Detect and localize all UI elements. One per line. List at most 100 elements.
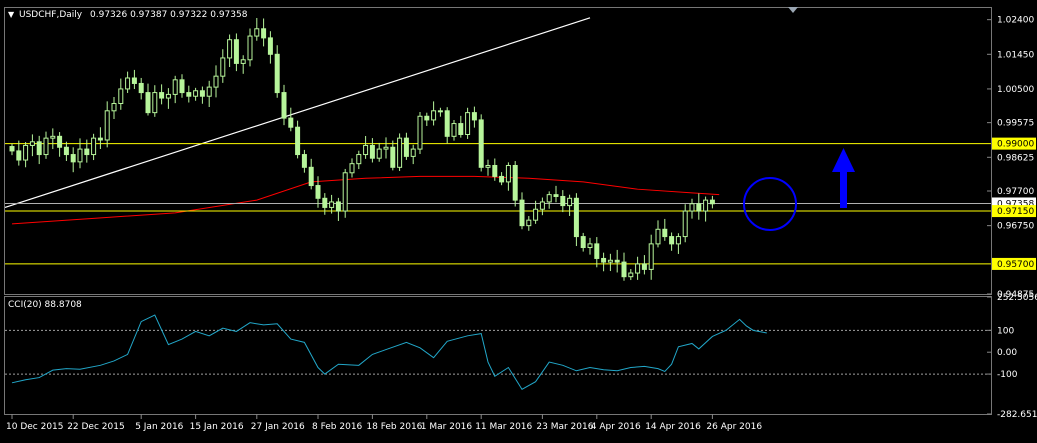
moving-average-line — [11, 175, 720, 225]
time-axis-label: 5 Jan 2016 — [135, 422, 183, 432]
bearish-candle — [288, 117, 294, 128]
price-axis-label: 1.00500 — [997, 85, 1034, 95]
bullish-candle — [682, 210, 688, 238]
symbol-label: USDCHF,Daily — [19, 10, 83, 20]
bullish-candle — [655, 228, 661, 245]
dropdown-icon[interactable]: ▼ — [8, 10, 15, 19]
bearish-candle — [662, 228, 668, 238]
bullish-candle — [485, 164, 491, 168]
bullish-candle — [50, 135, 56, 139]
time-axis-label: 22 Dec 2015 — [67, 422, 125, 432]
bullish-candle — [451, 123, 457, 137]
bearish-candle — [614, 259, 620, 263]
bullish-candle — [77, 148, 83, 163]
bearish-candle — [295, 126, 301, 156]
bearish-candle — [179, 79, 185, 94]
bullish-candle — [213, 75, 219, 88]
price-axis-label: 0.97700 — [997, 187, 1034, 197]
cci-chart-layer: 252.50561000.00-100-282.651410 Dec 20152… — [5, 293, 1037, 432]
chart-shift-marker[interactable] — [788, 7, 798, 13]
level-price-label: 0.99000 — [997, 140, 1034, 150]
price-axis-label: 0.99575 — [997, 119, 1034, 129]
time-axis-label: 27 Jan 2016 — [251, 422, 305, 432]
time-axis-label: 15 Jan 2016 — [190, 422, 244, 432]
bullish-candle — [342, 172, 348, 212]
time-axis-label: 8 Feb 2016 — [312, 422, 363, 432]
bullish-candle — [567, 197, 573, 207]
bearish-candle — [63, 146, 69, 156]
bearish-candle — [499, 175, 505, 183]
time-axis-label: 23 Mar 2016 — [536, 422, 593, 432]
bullish-candle — [152, 92, 158, 114]
bearish-candle — [301, 154, 307, 168]
bearish-candle — [560, 195, 566, 207]
bullish-candle — [376, 148, 382, 159]
bullish-candle — [383, 146, 389, 150]
bullish-candle — [125, 77, 131, 90]
bearish-candle — [16, 150, 22, 161]
bullish-candle — [23, 144, 29, 161]
bullish-candle — [165, 93, 171, 99]
bullish-candle — [635, 263, 641, 274]
bullish-candle — [587, 243, 593, 249]
cci-axis-label: -100 — [997, 370, 1018, 380]
bearish-candle — [553, 194, 559, 197]
price-axis-label: 0.96750 — [997, 222, 1034, 232]
bearish-candle — [458, 123, 464, 136]
time-axis-label: 10 Dec 2015 — [6, 422, 64, 432]
chart-canvas[interactable]: 1.02400 1.01450 1.00500 0.99575 0.98625 0.977… — [0, 0, 1037, 439]
up-arrow-icon — [832, 148, 855, 208]
bearish-candle — [9, 146, 15, 152]
price-axis-label: 1.01450 — [997, 50, 1034, 60]
bearish-candle — [390, 146, 396, 168]
cci-line — [11, 314, 767, 391]
bullish-candle — [703, 199, 709, 212]
bullish-candle — [172, 79, 178, 95]
bullish-candle — [437, 110, 443, 113]
bullish-candle — [254, 28, 260, 37]
bearish-candle — [471, 112, 477, 121]
bearish-candle — [669, 236, 675, 245]
bearish-candle — [512, 164, 518, 201]
bullish-candle — [118, 88, 124, 105]
bearish-candle — [573, 197, 579, 238]
bearish-candle — [281, 92, 287, 119]
bearish-candle — [369, 144, 375, 159]
chart-window[interactable]: 1.02400 1.01450 1.00500 0.99575 0.98625 0.977… — [0, 0, 1037, 439]
bullish-candle — [104, 110, 110, 141]
bullish-candle — [227, 39, 233, 59]
bearish-candle — [478, 119, 484, 168]
bearish-candle — [84, 148, 90, 156]
bullish-candle — [431, 110, 437, 121]
bullish-candle — [526, 219, 532, 227]
bearish-candle — [594, 243, 600, 259]
bearish-candle — [335, 201, 341, 212]
bullish-candle — [329, 201, 335, 208]
bullish-candle — [505, 164, 511, 183]
bullish-candle — [410, 148, 416, 157]
bearish-candle — [97, 137, 103, 141]
time-axis-label: 11 Mar 2016 — [475, 422, 532, 432]
bullish-candle — [539, 201, 545, 210]
bullish-candle — [648, 243, 654, 270]
bid-price-label: 0.97150 — [997, 207, 1034, 217]
bullish-candle — [533, 208, 539, 221]
bearish-candle — [274, 53, 280, 94]
ohlc-values: 0.97326 0.97387 0.97322 0.97358 — [90, 10, 248, 20]
bullish-candle — [349, 163, 355, 174]
cci-label: CCI(20) 88.8708 — [8, 300, 82, 310]
bearish-candle — [444, 110, 450, 137]
bearish-candle — [519, 199, 525, 227]
price-axis-label: 0.98625 — [997, 153, 1034, 163]
bullish-candle — [193, 90, 199, 97]
bearish-candle — [199, 90, 205, 97]
bearish-candle — [322, 197, 328, 208]
bearish-candle — [36, 141, 42, 156]
main-chart-layer: 1.02400 1.01450 1.00500 0.99575 0.98625 0.977… — [4, 16, 1036, 300]
bullish-candle — [607, 259, 613, 263]
bullish-candle — [546, 194, 552, 203]
bearish-candle — [57, 135, 63, 148]
bullish-candle — [465, 112, 471, 136]
time-axis-label: 14 Apr 2016 — [645, 422, 701, 432]
bearish-candle — [186, 92, 192, 97]
